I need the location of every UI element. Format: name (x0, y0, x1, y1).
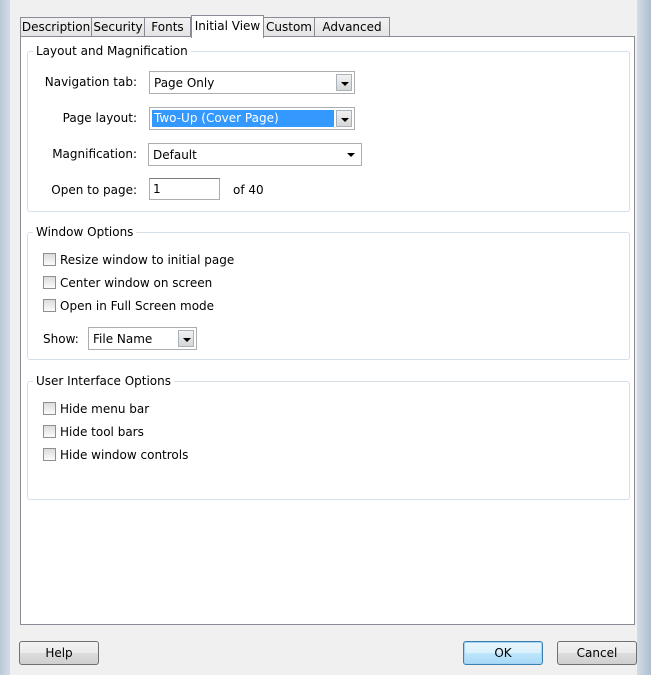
cancel-button[interactable]: Cancel (557, 641, 637, 665)
page-layout-select[interactable]: Two-Up (Cover Page) (149, 107, 355, 130)
navigation-tab-select[interactable]: Page Only (149, 71, 355, 94)
window-options-group: Window Options Resize window to initial … (27, 224, 630, 360)
checkbox-label: Center window on screen (60, 276, 213, 290)
checkbox-label: Open in Full Screen mode (60, 299, 215, 313)
tab-panel-initial-view: Layout and Magnification Navigation tab:… (20, 36, 635, 625)
document-properties-dialog: Description Security Fonts Initial View … (10, 0, 637, 675)
chevron-down-icon (347, 153, 355, 157)
checkbox-label: Hide menu bar (60, 402, 150, 416)
show-select[interactable]: File Name (88, 327, 197, 350)
dropdown-button[interactable] (336, 74, 352, 91)
window-edge-left (0, 0, 10, 675)
navigation-tab-label: Navigation tab: (44, 75, 137, 89)
dropdown-button[interactable] (178, 330, 194, 347)
group-title: User Interface Options (33, 373, 175, 389)
layout-magnification-group: Layout and Magnification Navigation tab:… (27, 43, 630, 212)
chevron-down-icon (183, 338, 191, 342)
resize-window-checkbox[interactable] (43, 253, 56, 266)
show-value: File Name (93, 332, 153, 346)
page-count-label: of 40 (233, 183, 264, 197)
dropdown-button[interactable] (336, 110, 352, 127)
chevron-down-icon (341, 82, 349, 86)
tab-custom[interactable]: Custom (263, 17, 315, 37)
ok-button[interactable]: OK (463, 641, 543, 665)
tab-initial-view[interactable]: Initial View (191, 15, 264, 38)
checkbox-label: Hide tool bars (60, 425, 144, 439)
tab-security[interactable]: Security (91, 17, 145, 37)
open-to-page-input[interactable]: 1 (149, 178, 220, 200)
window-edge-right (637, 0, 651, 675)
center-window-checkbox[interactable] (43, 276, 56, 289)
tab-description[interactable]: Description (20, 17, 92, 37)
chevron-down-icon (341, 118, 349, 122)
user-interface-options-group: User Interface Options Hide menu bar Hid… (27, 373, 630, 500)
checkbox-label: Resize window to initial page (60, 253, 235, 267)
tab-advanced[interactable]: Advanced (314, 17, 390, 37)
help-button[interactable]: Help (19, 641, 99, 665)
open-to-page-value: 1 (153, 182, 161, 196)
group-title: Layout and Magnification (33, 43, 191, 59)
page-layout-label: Page layout: (62, 111, 137, 125)
magnification-label: Magnification: (52, 147, 137, 161)
page-layout-value: Two-Up (Cover Page) (152, 110, 334, 127)
show-label: Show: (43, 332, 79, 346)
magnification-value: Default (153, 148, 197, 162)
hide-tool-bars-checkbox[interactable] (43, 425, 56, 438)
tab-fonts[interactable]: Fonts (144, 17, 191, 37)
group-title: Window Options (33, 224, 137, 240)
full-screen-checkbox[interactable] (43, 299, 56, 312)
checkbox-label: Hide window controls (60, 448, 189, 462)
hide-menu-bar-checkbox[interactable] (43, 402, 56, 415)
navigation-tab-value: Page Only (154, 76, 215, 90)
dropdown-button[interactable] (343, 146, 359, 163)
hide-window-controls-checkbox[interactable] (43, 448, 56, 461)
open-to-page-label: Open to page: (51, 183, 137, 197)
magnification-select[interactable]: Default (148, 143, 362, 166)
